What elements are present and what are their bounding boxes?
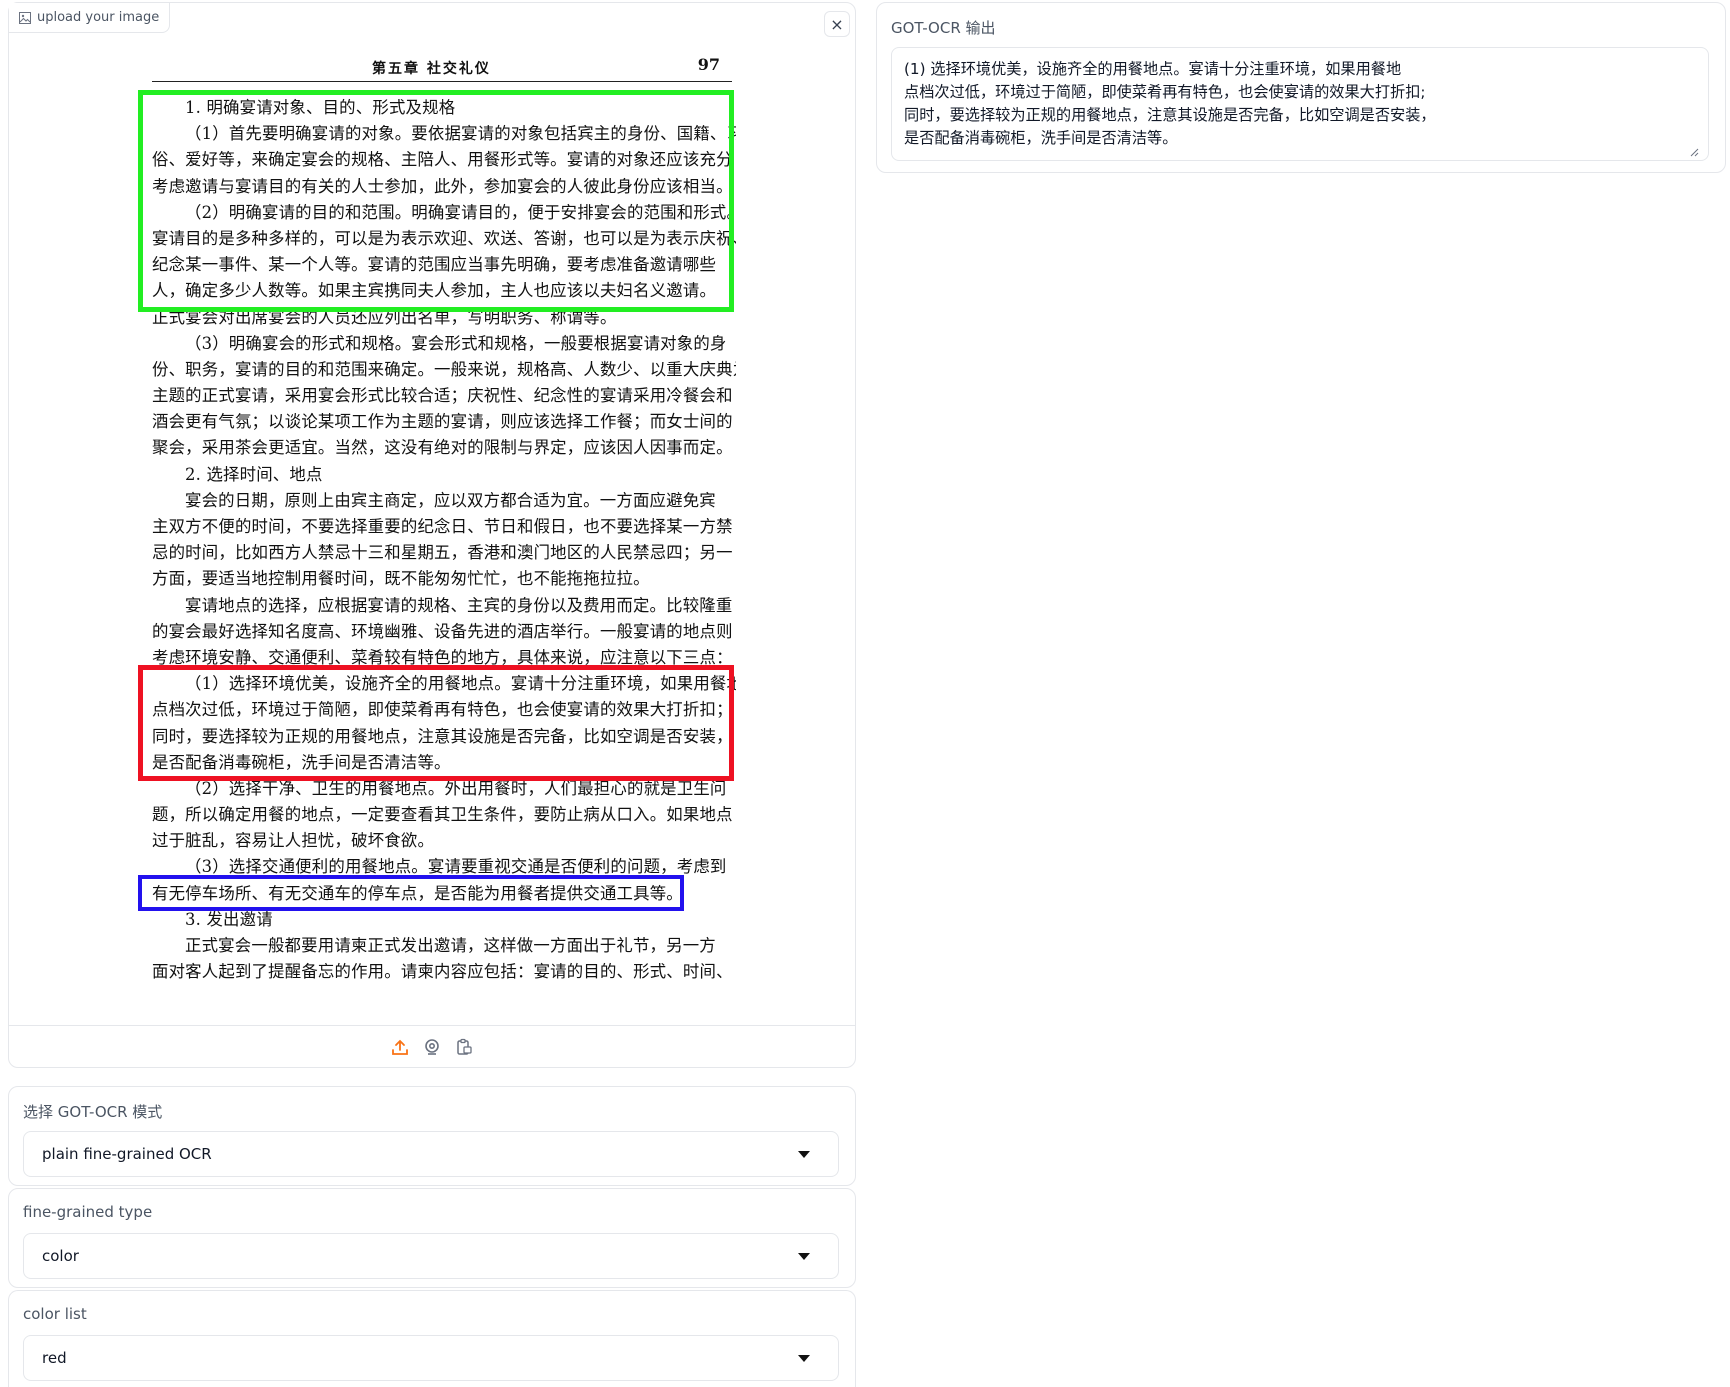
image-source-toolbar <box>9 1025 855 1068</box>
document-header: 第五章 社交礼仪 97 <box>152 53 732 82</box>
document-line: 正式宴会一般都要用请柬正式发出邀请，这样做一方面出于礼节，另一方 <box>185 936 716 955</box>
document-image: 第五章 社交礼仪 97 1. 明确宴请对象、目的、形式及规格 （1）首先要明确宴请… <box>138 45 739 985</box>
clipboard-button[interactable] <box>455 1038 473 1056</box>
document-line: 忌的时间，比如西方人禁忌十三和星期五，香港和澳门地区的人民禁忌四；另一 <box>152 543 733 563</box>
resize-handle-icon[interactable] <box>1689 147 1699 157</box>
red-region-box <box>138 665 734 781</box>
mode-label: 选择 GOT-OCR 模式 <box>23 1103 163 1121</box>
document-line: 方面，要适当地控制用餐时间，既不能匆匆忙忙，也不能拖拖拉拉。 <box>152 569 650 589</box>
document-line: 份、职务，宴请的目的和范围来确定。一般来说，规格高、人数少、以重大庆典为 <box>152 359 736 379</box>
document-line: （3）明确宴会的形式和规格。宴会形式和规格，一般要根据宴请对象的身 <box>185 333 727 353</box>
document-line: 主双方不便的时间，不要选择重要的纪念日、节日和假日，也不要选择某一方禁 <box>152 517 733 536</box>
document-line: 过于脏乱，容易让人担忧，破坏食欲。 <box>152 831 435 851</box>
page-number: 97 <box>697 55 720 74</box>
document-line: 2. 选择时间、地点 <box>185 464 323 484</box>
mode-control: 选择 GOT-OCR 模式 plain fine-grained OCR <box>8 1086 856 1186</box>
output-label: GOT-OCR 输出 <box>891 19 996 37</box>
webcam-button[interactable] <box>423 1038 441 1056</box>
image-icon <box>19 11 31 24</box>
document-line: 酒会更有气氛；以谈论某项工作为主题的宴请，则应该选择工作餐；而女士间的 <box>152 412 733 432</box>
color-list-control: color list red <box>8 1290 856 1387</box>
output-textbox[interactable]: (1) 选择环境优美，设施齐全的用餐地点。宴请十分注重环境，如果用餐地 点档次过… <box>891 47 1709 161</box>
upload-button[interactable] <box>391 1038 409 1056</box>
document-line: 题，所以确定用餐的地点，一定要查看其卫生条件，要防止病从口入。如果地点 <box>152 805 733 825</box>
fine-grained-type-control: fine-grained type color <box>8 1188 856 1288</box>
color-list-label: color list <box>23 1305 87 1323</box>
document-line: 主题的正式宴请，采用宴会形式比较合适；庆祝性、纪念性的宴请采用冷餐会和 <box>152 386 733 406</box>
fine-grained-type-value: color <box>42 1247 79 1265</box>
image-panel: upload your image × 第五章 社交礼仪 97 1. 明确宴请对… <box>8 2 856 1068</box>
output-panel: GOT-OCR 输出 (1) 选择环境优美，设施齐全的用餐地点。宴请十分注重环境… <box>876 2 1726 173</box>
color-list-value: red <box>42 1349 67 1367</box>
chevron-down-icon <box>798 1253 810 1260</box>
upload-label-text: upload your image <box>37 10 160 25</box>
fine-grained-type-select[interactable]: color <box>23 1233 839 1279</box>
chevron-down-icon <box>798 1151 810 1158</box>
webcam-icon <box>425 1039 439 1055</box>
green-region-box <box>138 90 734 312</box>
mode-select[interactable]: plain fine-grained OCR <box>23 1131 839 1177</box>
document-line: 的宴会最好选择知名度高、环境幽雅、设备先进的酒店举行。一般宴请的地点则 <box>152 621 733 641</box>
color-list-select[interactable]: red <box>23 1335 839 1381</box>
chapter-title: 第五章 社交礼仪 <box>372 61 491 77</box>
chevron-down-icon <box>798 1355 810 1362</box>
clipboard-icon <box>457 1038 472 1055</box>
document-line: 聚会，采用茶会更适宜。当然，这没有绝对的限制与界定，应该因人因事而定。 <box>152 438 733 458</box>
upload-icon <box>392 1039 408 1055</box>
upload-label: upload your image <box>9 3 171 33</box>
blue-region-box <box>138 875 684 911</box>
document-line: 宴会的日期，原则上由宾主商定，应以双方都合适为宜。一方面应避免宾 <box>185 490 716 510</box>
document-line: 宴请地点的选择，应根据宴请的规格、主宾的身份以及费用而定。比较隆重 <box>185 595 733 615</box>
mode-value: plain fine-grained OCR <box>42 1145 212 1163</box>
document-line: 面对客人起到了提醒备忘的作用。请柬内容应包括：宴请的目的、形式、时间、 <box>152 962 733 982</box>
clear-image-button[interactable]: × <box>824 11 850 37</box>
fine-grained-type-label: fine-grained type <box>23 1203 153 1221</box>
close-icon: × <box>830 14 844 34</box>
